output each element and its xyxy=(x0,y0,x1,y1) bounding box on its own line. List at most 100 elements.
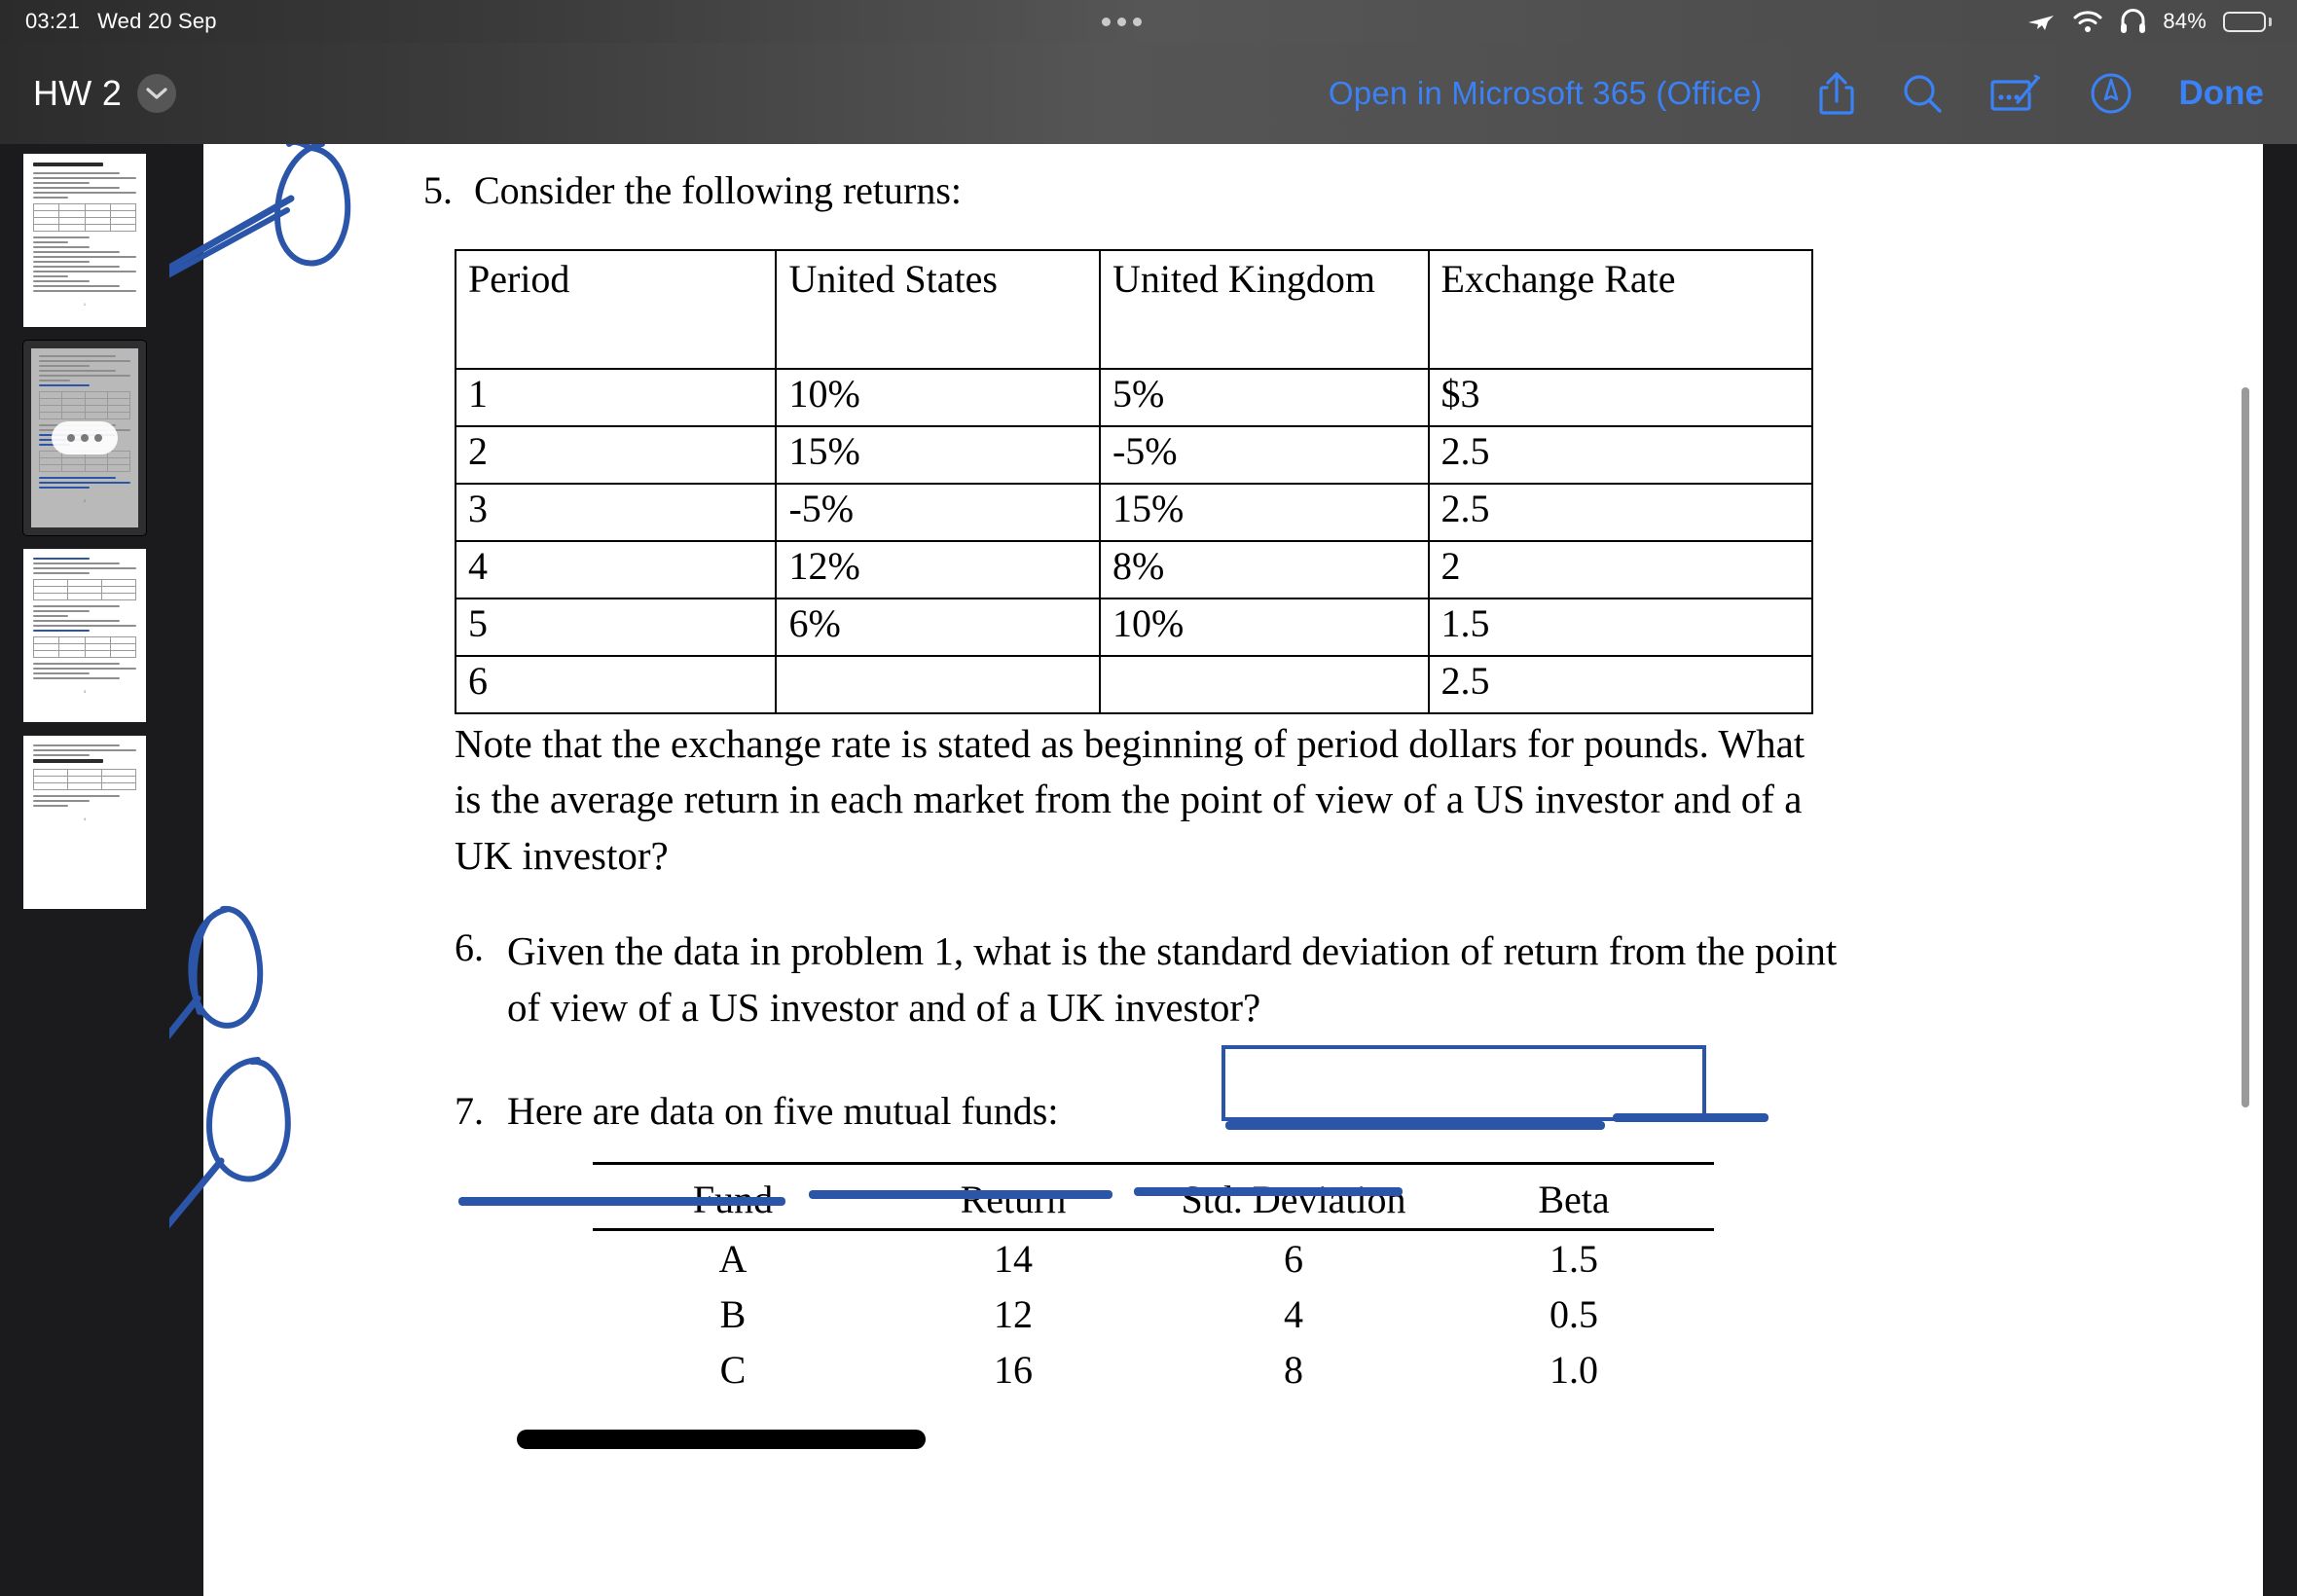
done-button[interactable]: Done xyxy=(2179,74,2265,113)
ink-box-standard-deviation-of-return xyxy=(1221,1045,1706,1121)
ink-circle-around-7-with-arrow xyxy=(169,1054,476,1307)
document-toolbar: HW 2 Open in Microsoft 365 (Office) Done xyxy=(0,43,2297,144)
ink-underline-the-point-of-view xyxy=(458,1197,785,1206)
table-row: 5 6% 10% 1.5 xyxy=(454,598,1814,657)
cell-fx: 2.5 xyxy=(1427,483,1814,542)
document-title: HW 2 xyxy=(33,73,123,113)
table-row: 3 -5% 15% 2.5 xyxy=(454,483,1814,542)
multitask-dots-icon[interactable] xyxy=(1102,17,1143,26)
search-icon[interactable] xyxy=(1901,72,1944,115)
ink-circle-around-6-with-arrow xyxy=(169,893,466,1127)
cell-fund: B xyxy=(719,1292,747,1336)
ink-underline-standard-deviation-of-return xyxy=(1225,1121,1605,1130)
viewer-body: 1 2 3 4 5. Consider the following return… xyxy=(0,144,2297,1596)
question-7-text: Here are data on five mutual funds: xyxy=(507,1089,1059,1133)
cell-fx: 1.5 xyxy=(1427,598,1814,657)
cell-beta: 1.0 xyxy=(1550,1348,1598,1392)
page-thumbnail-4[interactable]: 4 xyxy=(23,736,146,909)
cell-std: 4 xyxy=(1284,1292,1303,1336)
thumbnail-page-number: 3 xyxy=(83,689,87,694)
cell-uk: 8% xyxy=(1098,540,1430,599)
table-row: 1 10% 5% $3 xyxy=(454,368,1814,427)
header-exchange-rate: Exchange Rate xyxy=(1427,249,1814,370)
table-row: 4 12% 8% 2 xyxy=(454,540,1814,599)
thumbnail-page-number: 4 xyxy=(83,816,87,821)
header-beta: Beta xyxy=(1434,1162,1714,1231)
vertical-scrollbar[interactable] xyxy=(2242,387,2249,1107)
cell-uk: 15% xyxy=(1098,483,1430,542)
table-row: 6 2.5 xyxy=(454,655,1814,714)
cell-return: 14 xyxy=(994,1237,1033,1281)
wifi-icon xyxy=(2073,11,2102,32)
cell-uk: 10% xyxy=(1098,598,1430,657)
status-date: Wed 20 Sep xyxy=(97,9,217,33)
question-5-number: 5. xyxy=(423,168,453,212)
question-7-number: 7. xyxy=(455,1089,484,1133)
question-5-text: Consider the following returns: xyxy=(474,168,963,212)
ink-underline-from xyxy=(1613,1113,1768,1122)
share-icon[interactable] xyxy=(1817,70,1856,117)
thumbnail-page-number: 1 xyxy=(83,301,87,307)
cell-std: 6 xyxy=(1284,1237,1303,1281)
question-5: 5. Consider the following returns: xyxy=(423,165,962,215)
page-thumbnail-2[interactable]: 2 xyxy=(23,341,146,535)
status-bar-center xyxy=(217,17,2027,26)
ipad-files-pdf-viewer: 03:21 Wed 20 Sep 84% HW 2 Open in Micros… xyxy=(0,0,2297,1596)
cell-uk: -5% xyxy=(1098,425,1430,485)
status-bar-left: 03:21 Wed 20 Sep xyxy=(0,9,217,34)
returns-table: Period United States United Kingdom Exch… xyxy=(454,249,1814,714)
fund-table-row: B 12 4 0.5 xyxy=(593,1287,1714,1342)
cell-fund: A xyxy=(718,1237,747,1281)
table-row: 2 15% -5% 2.5 xyxy=(454,425,1814,485)
toolbar-actions: Done xyxy=(1763,70,2297,117)
open-in-microsoft-365-button[interactable]: Open in Microsoft 365 (Office) xyxy=(1329,75,1763,112)
pdf-page: 5. Consider the following returns: Perio… xyxy=(169,144,2263,1596)
header-united-states: United States xyxy=(775,249,1101,370)
thumbnail-loading-indicator xyxy=(52,421,118,454)
ink-underline-of-a-us-investor xyxy=(809,1190,1112,1199)
cell-period: 6 xyxy=(454,655,778,714)
cell-fx: $3 xyxy=(1427,368,1814,427)
status-time: 03:21 xyxy=(25,9,81,33)
cell-us xyxy=(775,655,1101,714)
pdf-page-content: 5. Consider the following returns: Perio… xyxy=(169,144,2263,1596)
markup-icon[interactable] xyxy=(1988,72,2043,115)
document-pane[interactable]: 5. Consider the following returns: Perio… xyxy=(169,144,2297,1596)
question-7: 7. Here are data on five mutual funds: xyxy=(455,1086,1058,1136)
page-thumbnail-sidebar[interactable]: 1 2 3 4 xyxy=(0,144,169,1596)
page-thumbnail-1[interactable]: 1 xyxy=(23,154,146,327)
page-thumbnail-3[interactable]: 3 xyxy=(23,549,146,722)
cell-uk xyxy=(1098,655,1430,714)
cell-fx: 2.5 xyxy=(1427,655,1814,714)
annotate-pencil-icon[interactable] xyxy=(2088,70,2134,117)
cell-us: 6% xyxy=(775,598,1101,657)
cell-return: 16 xyxy=(994,1348,1033,1392)
cell-period: 3 xyxy=(454,483,778,542)
thumbnail-page-number: 2 xyxy=(83,498,87,503)
fund-table-row: A 14 6 1.5 xyxy=(593,1230,1714,1288)
cell-fund: C xyxy=(719,1348,747,1392)
chevron-down-icon[interactable] xyxy=(137,74,177,113)
fund-table-row: C 16 8 1.0 xyxy=(593,1342,1714,1397)
cell-return: 12 xyxy=(994,1292,1033,1336)
status-bar-right: 84% xyxy=(2026,9,2297,34)
headphones-icon xyxy=(2121,9,2146,33)
ink-circle-around-5-with-arrow xyxy=(169,144,427,426)
battery-icon xyxy=(2223,11,2272,32)
cell-us: 15% xyxy=(775,425,1101,485)
cell-us: 10% xyxy=(775,368,1101,427)
cell-beta: 0.5 xyxy=(1550,1292,1598,1336)
cell-period: 4 xyxy=(454,540,778,599)
header-std-deviation: Std. Deviation xyxy=(1153,1162,1434,1231)
cell-beta: 1.5 xyxy=(1550,1237,1598,1281)
cell-fx: 2.5 xyxy=(1427,425,1814,485)
cell-us: -5% xyxy=(775,483,1101,542)
battery-percent-label: 84% xyxy=(2163,9,2206,33)
status-bar: 03:21 Wed 20 Sep 84% xyxy=(0,0,2297,43)
question-6-text: Given the data in problem 1, what is the… xyxy=(507,928,1838,1031)
header-period: Period xyxy=(454,249,778,370)
cell-fx: 2 xyxy=(1427,540,1814,599)
ink-underline-a-uk-investor xyxy=(1134,1187,1403,1196)
cell-std: 8 xyxy=(1284,1348,1303,1392)
cell-us: 12% xyxy=(775,540,1101,599)
